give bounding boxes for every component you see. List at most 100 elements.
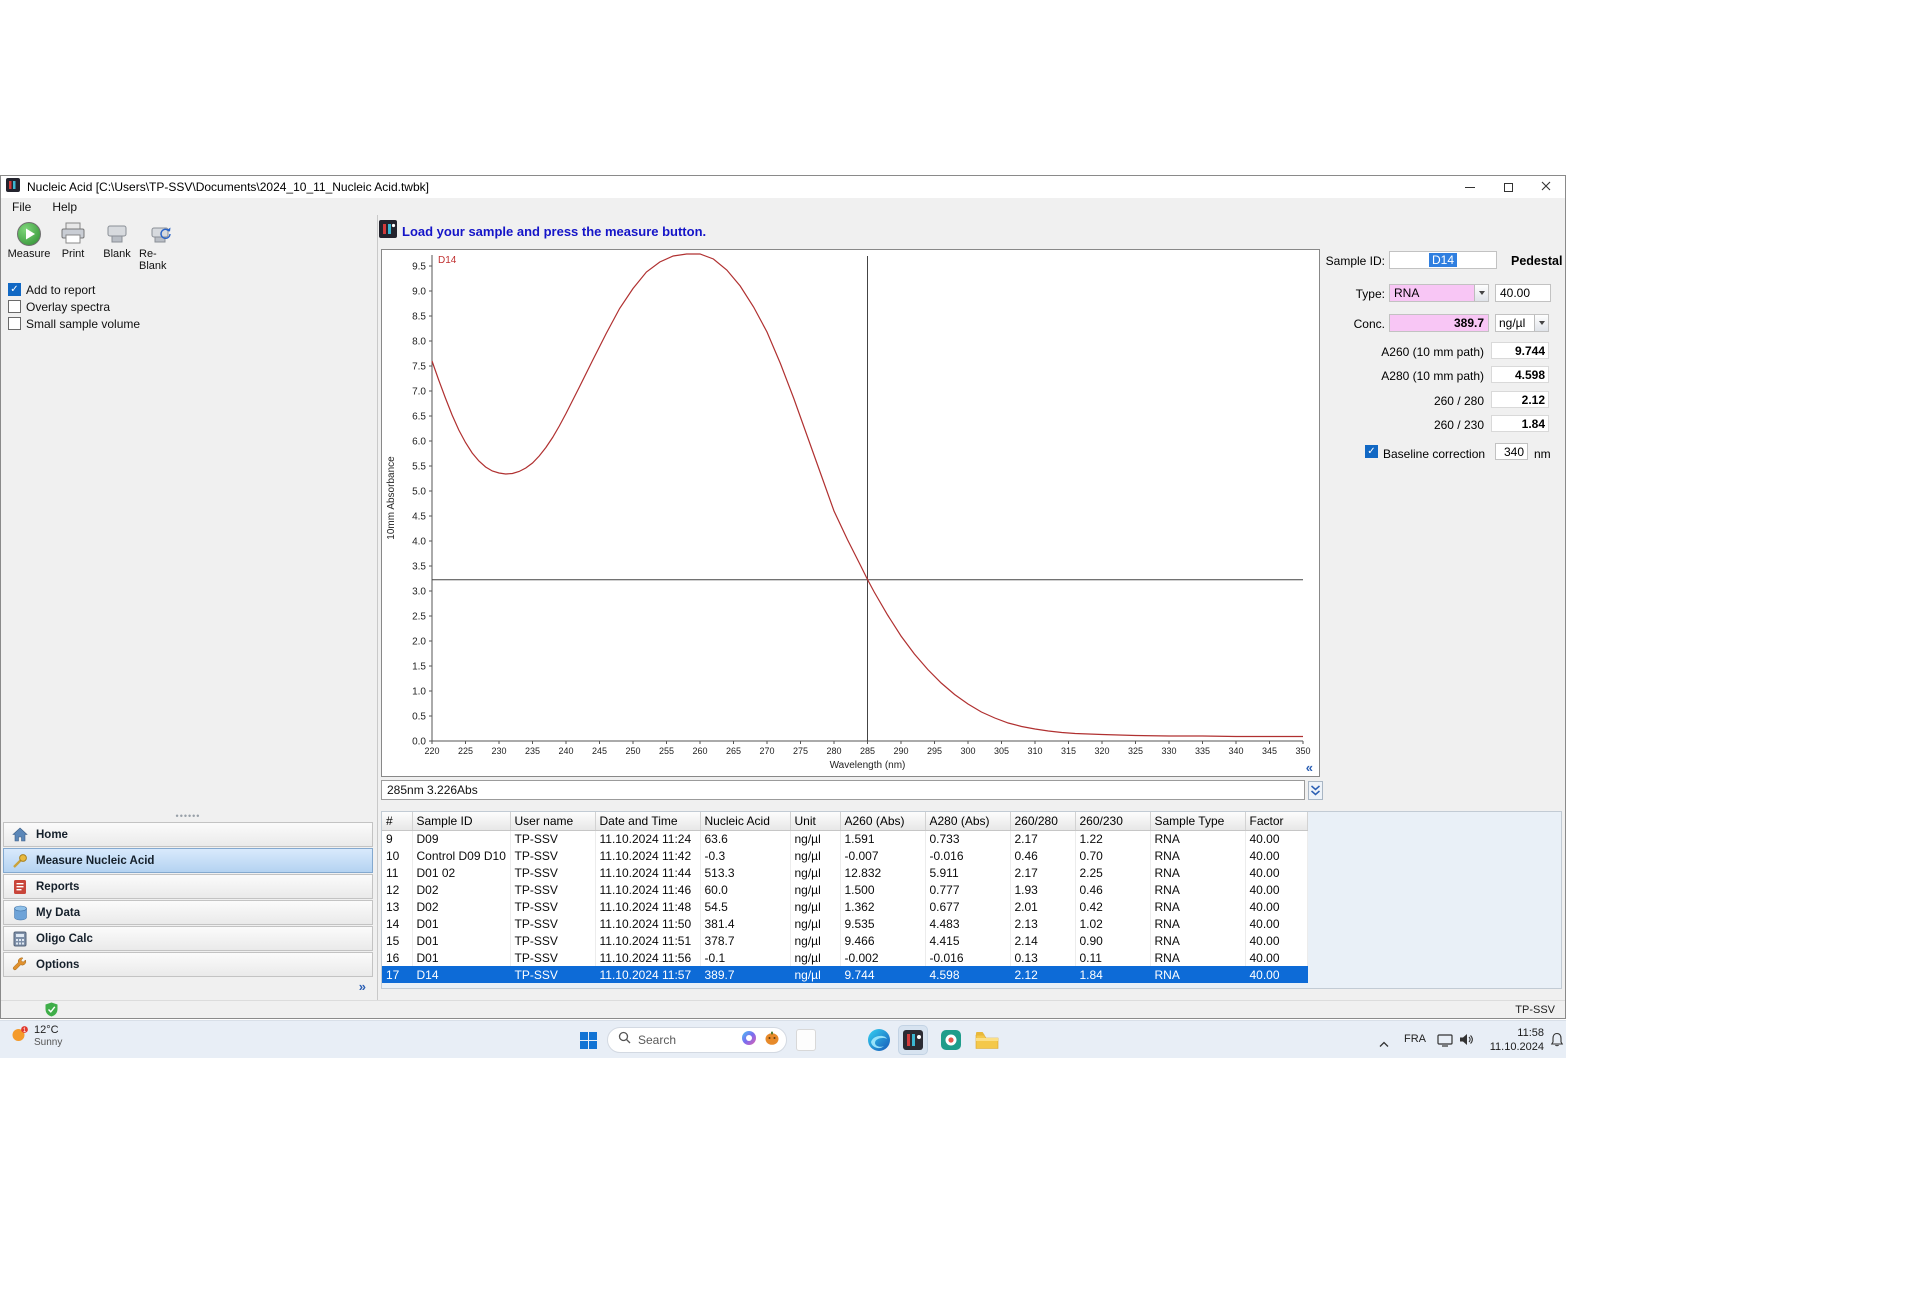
my-data-icon bbox=[11, 905, 29, 921]
y-tick-label: 2.5 bbox=[412, 612, 426, 623]
notification-bell-icon[interactable] bbox=[1550, 1032, 1564, 1052]
reblank-button[interactable]: Re-Blank bbox=[139, 220, 183, 272]
factor-value: 40.00 bbox=[1500, 286, 1531, 300]
column-header[interactable]: Nucleic Acid bbox=[700, 812, 791, 831]
checkbox-box[interactable] bbox=[8, 300, 21, 313]
double-chevron-icon: » bbox=[358, 979, 366, 994]
edge-icon[interactable] bbox=[864, 1025, 894, 1055]
table-cell: 11.10.2024 11:51 bbox=[595, 932, 701, 949]
table-row-10[interactable]: 10 Control D09 D10 TP-SSV 11.10.2024 11:42-… bbox=[382, 847, 1308, 864]
measure-button[interactable]: Measure bbox=[7, 220, 51, 272]
column-header[interactable]: Factor bbox=[1245, 812, 1308, 831]
table-cell: D09 bbox=[412, 830, 511, 847]
volume-icon[interactable] bbox=[1459, 1033, 1474, 1051]
nanodrop-app-icon[interactable] bbox=[898, 1025, 928, 1055]
conc-field[interactable]: 389.7 bbox=[1389, 314, 1489, 332]
table-cell: -0.016 bbox=[925, 949, 1011, 966]
table-cell: 40.00 bbox=[1245, 949, 1308, 966]
conc-unit-select[interactable]: ng/µl bbox=[1495, 314, 1549, 332]
copilot-icon[interactable] bbox=[741, 1030, 757, 1051]
minimize-button[interactable] bbox=[1451, 176, 1489, 198]
expand-table-button[interactable] bbox=[1308, 781, 1323, 800]
chevron-down-icon[interactable] bbox=[1534, 315, 1548, 331]
y-tick-label: 6.0 bbox=[412, 437, 426, 448]
baseline-correction-checkbox[interactable]: ✓ bbox=[1365, 445, 1378, 458]
baseline-wavelength-field[interactable]: 340 bbox=[1495, 443, 1528, 460]
factor-field[interactable]: 40.00 bbox=[1495, 284, 1551, 302]
search-box[interactable]: Search bbox=[607, 1027, 787, 1053]
colored-app-icon[interactable] bbox=[936, 1025, 966, 1055]
table-row-9[interactable]: 9 D09 TP-SSV 11.10.2024 11:24 63.6 ng/µl 1.591… bbox=[382, 830, 1308, 847]
nav-expand-button[interactable]: » bbox=[3, 978, 373, 995]
checkbox-overlay-spectra[interactable]: Overlay spectra bbox=[8, 298, 377, 315]
table-cell: RNA bbox=[1150, 898, 1246, 915]
file-explorer-icon[interactable] bbox=[972, 1025, 1002, 1055]
checkbox-box[interactable] bbox=[8, 317, 21, 330]
table-row-17[interactable]: 17 D14 TP-SSV 11.10.2024 11:57 389.7 ng/µl 9.7… bbox=[382, 966, 1308, 983]
search-icon bbox=[618, 1031, 631, 1049]
table-cell: 0.733 bbox=[925, 830, 1011, 847]
type-select[interactable]: RNA bbox=[1389, 284, 1489, 302]
sidebar-item-reports[interactable]: Reports bbox=[3, 874, 373, 899]
table-cell: D14 bbox=[412, 966, 511, 983]
sidebar-item-my-data[interactable]: My Data bbox=[3, 900, 373, 925]
column-header[interactable]: Sample ID bbox=[412, 812, 511, 831]
menu-help[interactable]: Help bbox=[52, 200, 77, 214]
close-button[interactable] bbox=[1527, 176, 1565, 198]
column-header[interactable]: Sample Type bbox=[1150, 812, 1246, 831]
menu-file[interactable]: File bbox=[12, 200, 31, 214]
column-header[interactable]: Unit bbox=[790, 812, 841, 831]
task-view-icon[interactable] bbox=[796, 1029, 816, 1051]
column-header[interactable]: Date and Time bbox=[595, 812, 701, 831]
table-cell: TP-SSV bbox=[510, 949, 596, 966]
checkbox-box[interactable]: ✓ bbox=[8, 283, 21, 296]
collapse-panel-button[interactable]: « bbox=[1306, 761, 1313, 774]
splitter-handle-icon[interactable]: •••••• bbox=[3, 812, 373, 822]
sidebar-item-label: Measure Nucleic Acid bbox=[36, 854, 155, 867]
table-row-14[interactable]: 14 D01 TP-SSV 11.10.2024 11:50 381.4 ng/µl 9.5… bbox=[382, 915, 1308, 932]
column-header[interactable]: # bbox=[382, 812, 413, 831]
metric-value: 9.744 bbox=[1491, 342, 1549, 359]
print-button[interactable]: Print bbox=[51, 220, 95, 272]
sidebar-item-measure-nucleic-acid[interactable]: Measure Nucleic Acid bbox=[3, 848, 373, 873]
table-cell: 11.10.2024 11:44 bbox=[595, 864, 701, 881]
column-header[interactable]: 260/230 bbox=[1075, 812, 1151, 831]
clock[interactable]: 11:58 11.10.2024 bbox=[1486, 1026, 1544, 1055]
chevron-down-icon[interactable] bbox=[1474, 285, 1488, 301]
titlebar[interactable]: Nucleic Acid [C:\Users\TP-SSV\Documents\… bbox=[1, 176, 1565, 198]
table-row-13[interactable]: 13 D02 TP-SSV 11.10.2024 11:48 54.5 ng/µl 1.36… bbox=[382, 898, 1308, 915]
language-indicator[interactable]: FRA bbox=[1404, 1033, 1426, 1045]
table-cell: 1.22 bbox=[1075, 830, 1151, 847]
blank-button[interactable]: Blank bbox=[95, 220, 139, 272]
table-row-16[interactable]: 16 D01 TP-SSV 11.10.2024 11:56 -0.1 ng/µl -0.0… bbox=[382, 949, 1308, 966]
sidebar-item-label: Home bbox=[36, 828, 68, 841]
sidebar-item-options[interactable]: Options bbox=[3, 952, 373, 977]
weather-widget[interactable]: 1 12°C Sunny bbox=[10, 1024, 62, 1049]
x-axis-label: Wavelength (nm) bbox=[830, 760, 906, 771]
start-button[interactable] bbox=[576, 1028, 600, 1052]
cast-icon[interactable] bbox=[1437, 1033, 1453, 1052]
sample-id-input[interactable]: D14 bbox=[1389, 251, 1497, 269]
maximize-button[interactable] bbox=[1489, 176, 1527, 198]
column-header[interactable]: 260/280 bbox=[1010, 812, 1076, 831]
table-cell: -0.002 bbox=[840, 949, 926, 966]
x-tick-label: 340 bbox=[1228, 746, 1243, 756]
checkbox-label: Small sample volume bbox=[26, 316, 141, 331]
table-cell: -0.3 bbox=[700, 847, 791, 864]
sample-panel: Sample ID: D14 Pedestal Type: RNA 40.00 … bbox=[1323, 249, 1568, 491]
spectrum-chart[interactable]: 0.0 0.5 1.0 1.5 2.0 2.5 3.0 3.5 4.0 4.5 5.0 5.5 6.0 6… bbox=[381, 249, 1320, 777]
table-cell: TP-SSV bbox=[510, 898, 596, 915]
x-tick-label: 345 bbox=[1262, 746, 1277, 756]
column-header[interactable]: A260 (Abs) bbox=[840, 812, 926, 831]
sidebar-item-oligo-calc[interactable]: Oligo Calc bbox=[3, 926, 373, 951]
y-tick-label: 8.5 bbox=[412, 312, 426, 323]
column-header[interactable]: A280 (Abs) bbox=[925, 812, 1011, 831]
table-row-12[interactable]: 12 D02 TP-SSV 11.10.2024 11:46 60.0 ng/µl 1.50… bbox=[382, 881, 1308, 898]
tray-expand-icon[interactable] bbox=[1379, 1035, 1389, 1053]
column-header[interactable]: User name bbox=[510, 812, 596, 831]
checkbox-small-sample-volume[interactable]: Small sample volume bbox=[8, 315, 377, 332]
sidebar-item-home[interactable]: Home bbox=[3, 822, 373, 847]
checkbox-add-to-report[interactable]: ✓ Add to report bbox=[8, 281, 377, 298]
table-row-11[interactable]: 11 D01 02 TP-SSV 11.10.2024 11:44 513.3 ng/µl… bbox=[382, 864, 1308, 881]
table-row-15[interactable]: 15 D01 TP-SSV 11.10.2024 11:51 378.7 ng/µl 9.4… bbox=[382, 932, 1308, 949]
